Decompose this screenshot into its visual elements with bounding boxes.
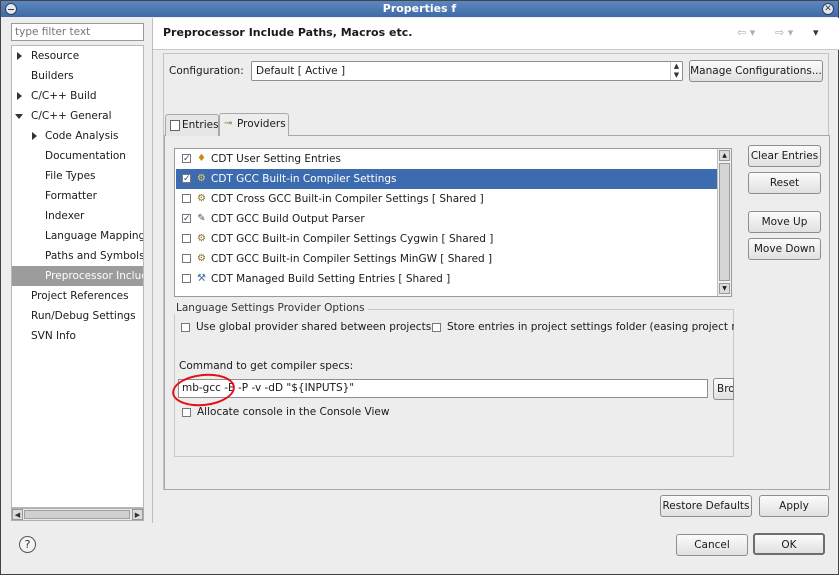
scroll-left-icon[interactable]: ◀: [12, 509, 23, 520]
provider-checkbox[interactable]: [182, 234, 191, 243]
output-parser-icon: ✎: [197, 213, 206, 224]
spinner-arrows-icon[interactable]: ▲ ▼: [670, 62, 682, 80]
provider-row[interactable]: ✎ CDT GCC Build Output Parser: [176, 209, 717, 229]
provider-row[interactable]: ⚙ CDT GCC Built-in Compiler Settings: [176, 169, 717, 189]
provider-row[interactable]: ♦ CDT User Setting Entries: [176, 149, 717, 169]
tree-item-svn-info[interactable]: SVN Info: [12, 326, 143, 346]
providers-vertical-scrollbar[interactable]: ▲ ▼: [717, 149, 731, 296]
tree-item-paths-symbols[interactable]: Paths and Symbols: [12, 246, 143, 266]
tree-item-indexer[interactable]: Indexer: [12, 206, 143, 226]
compiler-settings-icon: ⚙: [197, 233, 206, 244]
tree-item-resource[interactable]: Resource: [12, 46, 143, 66]
move-up-button[interactable]: Move Up: [748, 211, 821, 233]
configuration-select[interactable]: Default [ Active ] ▲ ▼: [251, 61, 683, 81]
tree-item-documentation[interactable]: Documentation: [12, 146, 143, 166]
tab-providers[interactable]: ⊸ Providers: [219, 113, 289, 136]
provider-checkbox[interactable]: [182, 169, 191, 189]
scroll-up-icon[interactable]: ▲: [719, 150, 730, 161]
store-entries-checkbox[interactable]: Store entries in project settings folder…: [430, 321, 734, 335]
tree-item-run-debug[interactable]: Run/Debug Settings: [12, 306, 143, 326]
scroll-thumb[interactable]: [719, 163, 730, 281]
tree-item-language-mappings[interactable]: Language Mappings: [12, 226, 143, 246]
scroll-right-icon[interactable]: ▶: [132, 509, 143, 520]
provider-checkbox[interactable]: [182, 274, 191, 283]
tree-item-formatter[interactable]: Formatter: [12, 186, 143, 206]
manage-configurations-button[interactable]: Manage Configurations...: [689, 60, 823, 82]
view-menu-icon[interactable]: ▾: [813, 26, 819, 39]
managed-build-icon: ⚒: [197, 273, 206, 284]
properties-window: Properties f ✕ Resource Builders C/C++ B…: [0, 0, 839, 575]
provider-checkbox[interactable]: [182, 194, 191, 203]
provider-checkbox[interactable]: [182, 209, 191, 229]
provider-options-label: Language Settings Provider Options: [173, 302, 368, 314]
user-icon: ♦: [197, 153, 206, 164]
compiler-settings-icon: ⚙: [197, 253, 206, 264]
title-bar[interactable]: Properties f ✕: [1, 1, 838, 17]
browse-button[interactable]: Bro: [713, 378, 734, 400]
tree-horizontal-scrollbar[interactable]: ◀ ▶: [11, 508, 144, 521]
compiler-settings-icon: ⚙: [197, 193, 206, 204]
move-down-button[interactable]: Move Down: [748, 238, 821, 260]
checkbox-box[interactable]: [432, 323, 441, 332]
restore-defaults-button[interactable]: Restore Defaults: [660, 495, 752, 517]
cancel-button[interactable]: Cancel: [676, 534, 748, 556]
provider-checkbox[interactable]: [182, 254, 191, 263]
tab-entries[interactable]: Entries: [165, 114, 219, 136]
property-tree: Resource Builders C/C++ Build C/C++ Gene…: [11, 45, 144, 508]
tree-item-cpp-general[interactable]: C/C++ General: [12, 106, 143, 126]
collapse-arrow-icon[interactable]: [15, 114, 23, 119]
apply-button[interactable]: Apply: [759, 495, 829, 517]
provider-row[interactable]: ⚙ CDT GCC Built-in Compiler Settings Min…: [176, 249, 717, 269]
filter-input[interactable]: [11, 23, 144, 41]
forward-arrow-icon[interactable]: ⇨ ▾: [775, 26, 793, 39]
ok-button[interactable]: OK: [753, 533, 825, 555]
tree-item-builders[interactable]: Builders: [12, 66, 143, 86]
window-menu-icon[interactable]: [5, 3, 17, 15]
help-icon[interactable]: ?: [19, 536, 36, 553]
scroll-thumb[interactable]: [24, 510, 130, 519]
entries-icon: [170, 120, 180, 131]
clear-entries-button[interactable]: Clear Entries: [748, 145, 821, 167]
command-input[interactable]: mb-gcc -E -P -v -dD "${INPUTS}": [178, 379, 708, 398]
close-icon[interactable]: ✕: [822, 3, 834, 15]
provider-row[interactable]: ⚙ CDT GCC Built-in Compiler Settings Cyg…: [176, 229, 717, 249]
key-icon: ⊸: [224, 118, 233, 129]
provider-row[interactable]: ⚒ CDT Managed Build Setting Entries [ Sh…: [176, 269, 717, 289]
page-header: Preprocessor Include Paths, Macros etc. …: [153, 18, 839, 50]
configuration-value: Default [ Active ]: [256, 65, 346, 77]
provider-checkbox[interactable]: [182, 149, 191, 169]
back-arrow-icon[interactable]: ⇦ ▾: [737, 26, 755, 39]
tree-item-preprocessor[interactable]: Preprocessor Includ: [12, 266, 143, 286]
configuration-label: Configuration:: [169, 65, 244, 77]
checkbox-box[interactable]: [182, 408, 191, 417]
expand-arrow-icon[interactable]: [17, 92, 22, 100]
compiler-settings-icon: ⚙: [197, 173, 206, 184]
window-title: Properties f: [382, 2, 457, 15]
command-label: Command to get compiler specs:: [179, 360, 354, 372]
expand-arrow-icon[interactable]: [32, 132, 37, 140]
expand-arrow-icon[interactable]: [17, 52, 22, 60]
checkbox-box[interactable]: [181, 323, 190, 332]
sash-divider[interactable]: [152, 18, 153, 523]
tree-item-project-references[interactable]: Project References: [12, 286, 143, 306]
provider-row[interactable]: ⚙ CDT Cross GCC Built-in Compiler Settin…: [176, 189, 717, 209]
tree-item-code-analysis[interactable]: Code Analysis: [12, 126, 143, 146]
tree-item-file-types[interactable]: File Types: [12, 166, 143, 186]
tree-item-cpp-build[interactable]: C/C++ Build: [12, 86, 143, 106]
scroll-down-icon[interactable]: ▼: [719, 283, 730, 294]
providers-list: ♦ CDT User Setting Entries ⚙ CDT GCC Bui…: [174, 148, 732, 297]
page-title: Preprocessor Include Paths, Macros etc.: [163, 26, 413, 39]
reset-button[interactable]: Reset: [748, 172, 821, 194]
